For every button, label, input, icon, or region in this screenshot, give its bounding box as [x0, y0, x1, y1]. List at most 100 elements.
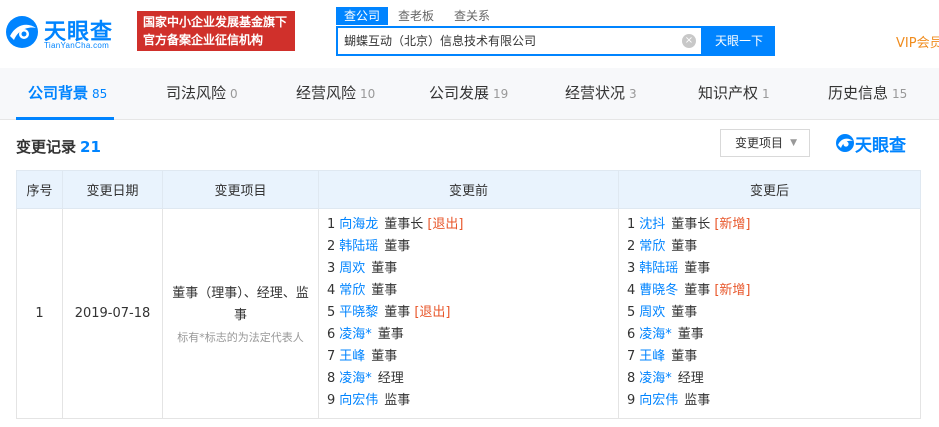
list-item: 8 凌海* 经理: [627, 368, 920, 390]
item-index: 6: [627, 327, 636, 342]
item-index: 4: [627, 283, 636, 298]
nav-tab-business-risk[interactable]: 经营风险 10: [296, 82, 375, 103]
person-link[interactable]: 常欣: [639, 239, 665, 254]
list-item: 7 王峰 董事: [327, 346, 618, 368]
nav-label: 公司发展: [429, 84, 490, 102]
item-index: 3: [627, 261, 636, 276]
nav-count: 0: [230, 87, 238, 101]
person-role: 董事: [384, 305, 411, 320]
nav-tab-operations[interactable]: 经营状况 3: [565, 82, 637, 103]
person-link[interactable]: 王峰: [339, 349, 365, 364]
change-item-filter[interactable]: 变更项目 ▼: [720, 129, 810, 157]
person-link[interactable]: 凌海*: [339, 371, 372, 386]
item-index: 4: [327, 283, 336, 298]
item-index: 5: [327, 305, 336, 320]
search-tab-boss[interactable]: 查老板: [388, 7, 444, 25]
person-role: 董事: [671, 305, 698, 320]
list-item: 2 韩陆瑶 董事: [327, 236, 618, 258]
person-link[interactable]: 向海龙: [339, 217, 378, 232]
nav-tab-development[interactable]: 公司发展 19: [429, 82, 508, 103]
item-index: 8: [327, 371, 336, 386]
person-role: 董事: [671, 239, 698, 254]
person-link[interactable]: 凌海*: [639, 327, 672, 342]
cell-before: 1 向海龙 董事长 [退出] 2 韩陆瑶 董事 3 周欢 董事 4 常欣 董事 5 平晓黎 董事 [退出…: [318, 208, 619, 419]
top-header: 天眼查 TianYanCha.com 国家中小企业发展基金旗下 官方备案企业征信…: [0, 0, 939, 68]
logo-domain: TianYanCha.com: [44, 41, 110, 50]
table-row: 1 2019-07-18 董事（理事）、经理、监事 标有*标志的为法定代表人 1…: [16, 208, 921, 419]
list-item: 7 王峰 董事: [627, 346, 920, 368]
list-item: 1 沈抖 董事长 [新增]: [627, 214, 920, 236]
item-index: 7: [627, 349, 636, 364]
caret-down-icon: ▼: [790, 138, 797, 148]
person-role: 董事长: [671, 217, 711, 232]
section-count: 21: [80, 138, 101, 156]
item-index: 8: [627, 371, 636, 386]
search-tab-company[interactable]: 查公司: [336, 7, 389, 25]
person-link[interactable]: 周欢: [339, 261, 365, 276]
person-link[interactable]: 王峰: [639, 349, 665, 364]
nav-active-indicator: [16, 117, 114, 120]
item-index: 5: [627, 305, 636, 320]
person-role: 监事: [684, 393, 711, 408]
person-link[interactable]: 沈抖: [639, 217, 665, 232]
header-date: 变更日期: [62, 170, 163, 209]
person-role: 董事: [671, 349, 698, 364]
person-link[interactable]: 韩陆瑶: [639, 261, 678, 276]
person-role: 董事长: [384, 217, 424, 232]
person-link[interactable]: 周欢: [639, 305, 665, 320]
nav-tab-history[interactable]: 历史信息 15: [828, 82, 907, 103]
nav-count: 85: [92, 87, 108, 101]
item-index: 2: [327, 239, 336, 254]
nav-tab-background[interactable]: 公司背景 85: [28, 82, 107, 103]
search-tab-relation[interactable]: 查关系: [444, 7, 500, 25]
person-role: 董事: [371, 349, 398, 364]
item-index: 7: [327, 349, 336, 364]
person-role: 监事: [384, 393, 411, 408]
person-link[interactable]: 常欣: [339, 283, 365, 298]
tianyancha-logo-icon: [6, 16, 38, 48]
nav-tab-ip[interactable]: 知识产权 1: [698, 82, 770, 103]
person-link[interactable]: 平晓黎: [339, 305, 378, 320]
list-item: 6 凌海* 董事: [327, 324, 618, 346]
item-index: 3: [327, 261, 336, 276]
before-list: 1 向海龙 董事长 [退出] 2 韩陆瑶 董事 3 周欢 董事 4 常欣 董事 5 平晓黎 董事 [退出…: [319, 209, 618, 418]
list-item: 5 平晓黎 董事 [退出]: [327, 302, 618, 324]
clear-icon[interactable]: ×: [682, 34, 696, 48]
list-item: 6 凌海* 董事: [627, 324, 920, 346]
person-role: 董事: [677, 327, 704, 342]
person-link[interactable]: 凌海*: [339, 327, 372, 342]
person-link[interactable]: 向宏伟: [639, 393, 678, 408]
person-role: 董事: [371, 261, 398, 276]
list-item: 5 周欢 董事: [627, 302, 920, 324]
person-link[interactable]: 曹晓冬: [639, 283, 678, 298]
change-tag: [新增]: [714, 217, 751, 232]
change-tag: [退出]: [427, 217, 464, 232]
tianyancha-logo-icon: [836, 134, 854, 152]
person-link[interactable]: 凌海*: [639, 371, 672, 386]
list-item: 3 韩陆瑶 董事: [627, 258, 920, 280]
badge-line-1: 国家中小企业发展基金旗下: [143, 15, 288, 29]
person-role: 董事: [371, 283, 398, 298]
site-logo[interactable]: 天眼查 TianYanCha.com: [4, 10, 126, 54]
item-index: 9: [627, 393, 636, 408]
nav-count: 19: [493, 87, 509, 101]
person-role: 董事: [377, 327, 404, 342]
search-button[interactable]: 天眼一下: [703, 26, 775, 56]
person-role: 董事: [684, 261, 711, 276]
list-item: 2 常欣 董事: [627, 236, 920, 258]
nav-tab-legal-risk[interactable]: 司法风险 0: [166, 82, 238, 103]
vip-link[interactable]: VIP会员: [896, 32, 939, 51]
person-link[interactable]: 向宏伟: [339, 393, 378, 408]
header-seq: 序号: [16, 170, 63, 209]
legal-rep-note: 标有*标志的为法定代表人: [177, 330, 304, 344]
section-title: 变更记录 21: [16, 136, 101, 157]
search-input[interactable]: [344, 33, 664, 47]
person-role: 董事: [384, 239, 411, 254]
item-index: 6: [327, 327, 336, 342]
government-badge[interactable]: 国家中小企业发展基金旗下 官方备案企业征信机构: [137, 11, 295, 51]
nav-label: 经营风险: [296, 84, 357, 102]
person-link[interactable]: 韩陆瑶: [339, 239, 378, 254]
header-after: 变更后: [618, 170, 921, 209]
list-item: 4 常欣 董事: [327, 280, 618, 302]
cell-item: 董事（理事）、经理、监事 标有*标志的为法定代表人: [162, 208, 319, 419]
